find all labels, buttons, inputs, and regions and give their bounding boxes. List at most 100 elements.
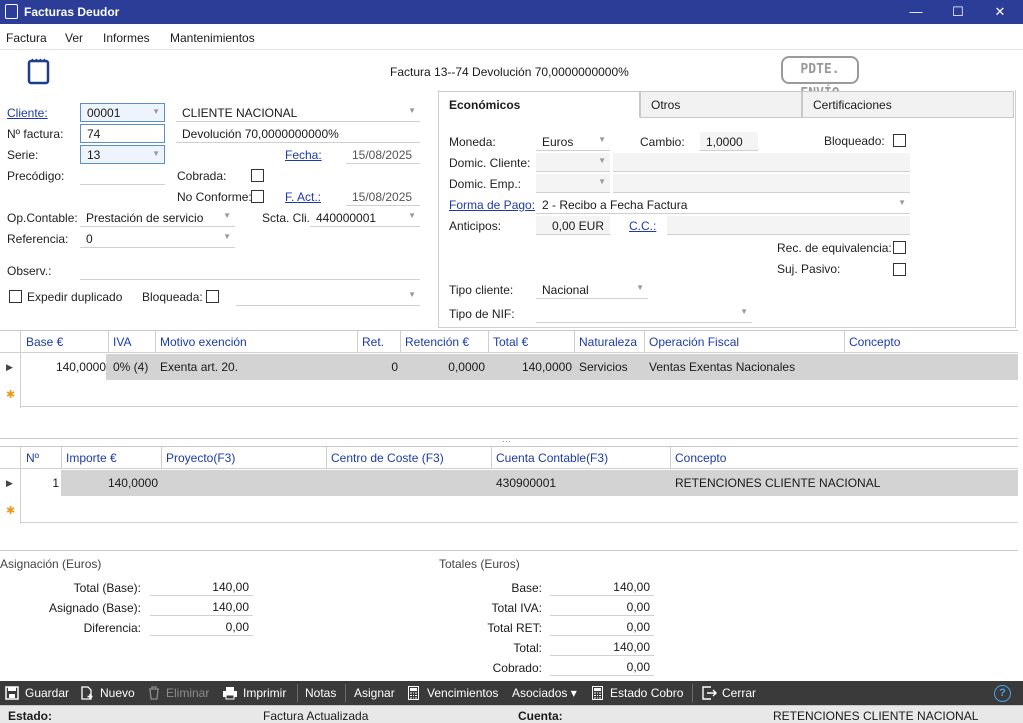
new-row[interactable] — [20, 497, 1018, 523]
cell-motivo[interactable]: Exenta art. 20. — [160, 360, 238, 374]
cell-n[interactable]: 1 — [20, 470, 61, 496]
nfactura-input[interactable]: 74 — [80, 124, 165, 143]
guardar-button[interactable]: Guardar — [25, 686, 69, 700]
precodigo-input[interactable] — [80, 166, 165, 185]
col-iva[interactable]: IVA — [113, 335, 131, 349]
cell-iva[interactable]: 0% (4) — [113, 360, 148, 374]
col-motivo[interactable]: Motivo exención — [160, 335, 247, 349]
col-cuenta-contable[interactable]: Cuenta Contable(F3) — [496, 451, 608, 465]
diferencia-value: 0,00 — [150, 618, 253, 636]
noconforme-label: No Conforme: — [177, 190, 252, 204]
rec-equiv-checkbox[interactable] — [893, 241, 906, 254]
cliente-name-combo[interactable]: CLIENTE NACIONAL ▼ — [176, 103, 420, 122]
col-centro-coste[interactable]: Centro de Coste (F3) — [331, 451, 444, 465]
anticipos-input[interactable]: 0,00 EUR — [536, 216, 610, 235]
splitter-handle[interactable]: ··· — [502, 436, 511, 446]
referencia-value: 0 — [86, 232, 93, 246]
nfactura-desc-input[interactable]: Devolución 70,0000000000% — [176, 124, 420, 143]
asociados-dropdown[interactable]: Asociados ▾ — [512, 686, 577, 700]
chevron-down-icon: ▼ — [408, 106, 416, 115]
domic-emp-combo[interactable]: ▼ — [536, 174, 610, 193]
help-icon[interactable]: ? — [994, 685, 1011, 702]
total-value: 140,00 — [550, 638, 654, 656]
bloqueada-combo[interactable]: ▼ — [236, 287, 420, 306]
cell-concepto[interactable]: RETENCIONES CLIENTE NACIONAL — [675, 476, 880, 490]
exit-icon — [702, 686, 717, 703]
estado-cobro-button[interactable]: Estado Cobro — [610, 686, 683, 700]
forma-pago-label[interactable]: Forma de Pago: — [449, 198, 535, 212]
referencia-combo[interactable]: 0 ▼ — [80, 229, 235, 248]
cc-label[interactable]: C.C.: — [629, 219, 656, 233]
tipo-cliente-combo[interactable]: Nacional ▼ — [536, 280, 648, 299]
tipo-nif-combo[interactable]: ▼ — [536, 304, 752, 323]
domic-cliente-input[interactable] — [613, 153, 910, 172]
cambio-input[interactable]: 1,0000 — [700, 132, 758, 151]
col-concepto[interactable]: Concepto — [849, 335, 900, 349]
calculator-icon — [592, 686, 603, 703]
suj-pasivo-checkbox[interactable] — [893, 263, 906, 276]
maximize-button[interactable]: ☐ — [943, 2, 973, 22]
cell-base[interactable]: 140,0000 — [20, 354, 106, 380]
bloqueado-checkbox[interactable] — [893, 134, 906, 147]
table-row[interactable]: 140,0000 0% (4) Exenta art. 20. 0 0,0000… — [20, 354, 1018, 380]
cobrada-checkbox[interactable] — [251, 169, 264, 182]
domic-emp-input[interactable] — [613, 174, 910, 193]
cell-total[interactable]: 140,0000 — [488, 360, 572, 374]
observ-input[interactable] — [80, 261, 420, 280]
serie-combo[interactable]: 13 ▼ — [80, 145, 165, 164]
domic-emp-label: Domic. Emp.: — [449, 177, 522, 191]
eliminar-button[interactable]: Eliminar — [166, 686, 209, 700]
noconforme-checkbox[interactable] — [251, 190, 264, 203]
expedir-checkbox[interactable] — [9, 290, 22, 303]
menu-ver[interactable]: Ver — [65, 31, 83, 45]
col-naturaleza[interactable]: Naturaleza — [579, 335, 637, 349]
domic-cliente-combo[interactable]: ▼ — [536, 153, 610, 172]
col-importe[interactable]: Importe € — [66, 451, 117, 465]
bloqueada-checkbox[interactable] — [206, 290, 219, 303]
fact-label[interactable]: F. Act.: — [285, 190, 321, 204]
menu-informes[interactable]: Informes — [103, 31, 150, 45]
close-button[interactable]: ✕ — [985, 2, 1015, 22]
sctacli-combo[interactable]: 440000001 ▼ — [310, 208, 420, 227]
opcontable-combo[interactable]: Prestación de servicio ▼ — [80, 208, 235, 227]
menu-mantenimientos[interactable]: Mantenimientos — [170, 31, 255, 45]
fact-input[interactable]: 15/08/2025 — [346, 187, 420, 206]
col-n[interactable]: Nº — [26, 451, 39, 465]
fecha-label[interactable]: Fecha: — [285, 148, 322, 162]
col-base[interactable]: Base € — [26, 335, 63, 349]
cliente-label[interactable]: Cliente: — [7, 106, 48, 120]
menu-bar: Factura Ver Informes Mantenimientos — [0, 26, 1023, 50]
col-concepto-2[interactable]: Concepto — [675, 451, 726, 465]
cell-retencion[interactable]: 0,0000 — [405, 360, 485, 374]
col-operacion-fiscal[interactable]: Operación Fiscal — [649, 335, 739, 349]
total-label: Total: — [513, 641, 542, 655]
col-proyecto[interactable]: Proyecto(F3) — [166, 451, 235, 465]
cell-operacion-fiscal[interactable]: Ventas Exentas Nacionales — [649, 360, 795, 374]
moneda-combo[interactable]: Euros ▼ — [536, 132, 610, 151]
nuevo-button[interactable]: Nuevo — [100, 686, 135, 700]
notas-button[interactable]: Notas — [305, 686, 336, 700]
vencimientos-button[interactable]: Vencimientos — [427, 686, 498, 700]
cell-importe[interactable]: 140,0000 — [70, 476, 158, 490]
cliente-code-combo[interactable]: 00001 ▼ — [80, 103, 165, 122]
cell-ret[interactable]: 0 — [350, 360, 398, 374]
table-row[interactable]: 1 140,0000 430900001 RETENCIONES CLIENTE… — [20, 470, 1018, 496]
col-ret[interactable]: Ret. — [362, 335, 384, 349]
tipo-cliente-label: Tipo cliente: — [449, 283, 514, 297]
new-row[interactable] — [20, 381, 1018, 407]
cell-cuenta-contable[interactable]: 430900001 — [496, 476, 556, 490]
opcontable-label: Op.Contable: — [7, 211, 78, 225]
col-retencion[interactable]: Retención € — [405, 335, 469, 349]
cerrar-button[interactable]: Cerrar — [722, 686, 756, 700]
fecha-input[interactable]: 15/08/2025 — [346, 145, 420, 164]
menu-factura[interactable]: Factura — [6, 31, 47, 45]
asignar-button[interactable]: Asignar — [354, 686, 395, 700]
minimize-button[interactable]: — — [901, 2, 931, 22]
cell-naturaleza[interactable]: Servicios — [579, 360, 628, 374]
cc-input[interactable] — [667, 216, 910, 235]
imprimir-button[interactable]: Imprimir — [243, 686, 286, 700]
estado-value: Factura Actualizada — [263, 709, 369, 723]
estado-label: Estado: — [8, 709, 53, 723]
forma-pago-combo[interactable]: 2 - Recibo a Fecha Factura ▼ — [536, 195, 910, 214]
col-total[interactable]: Total € — [493, 335, 528, 349]
